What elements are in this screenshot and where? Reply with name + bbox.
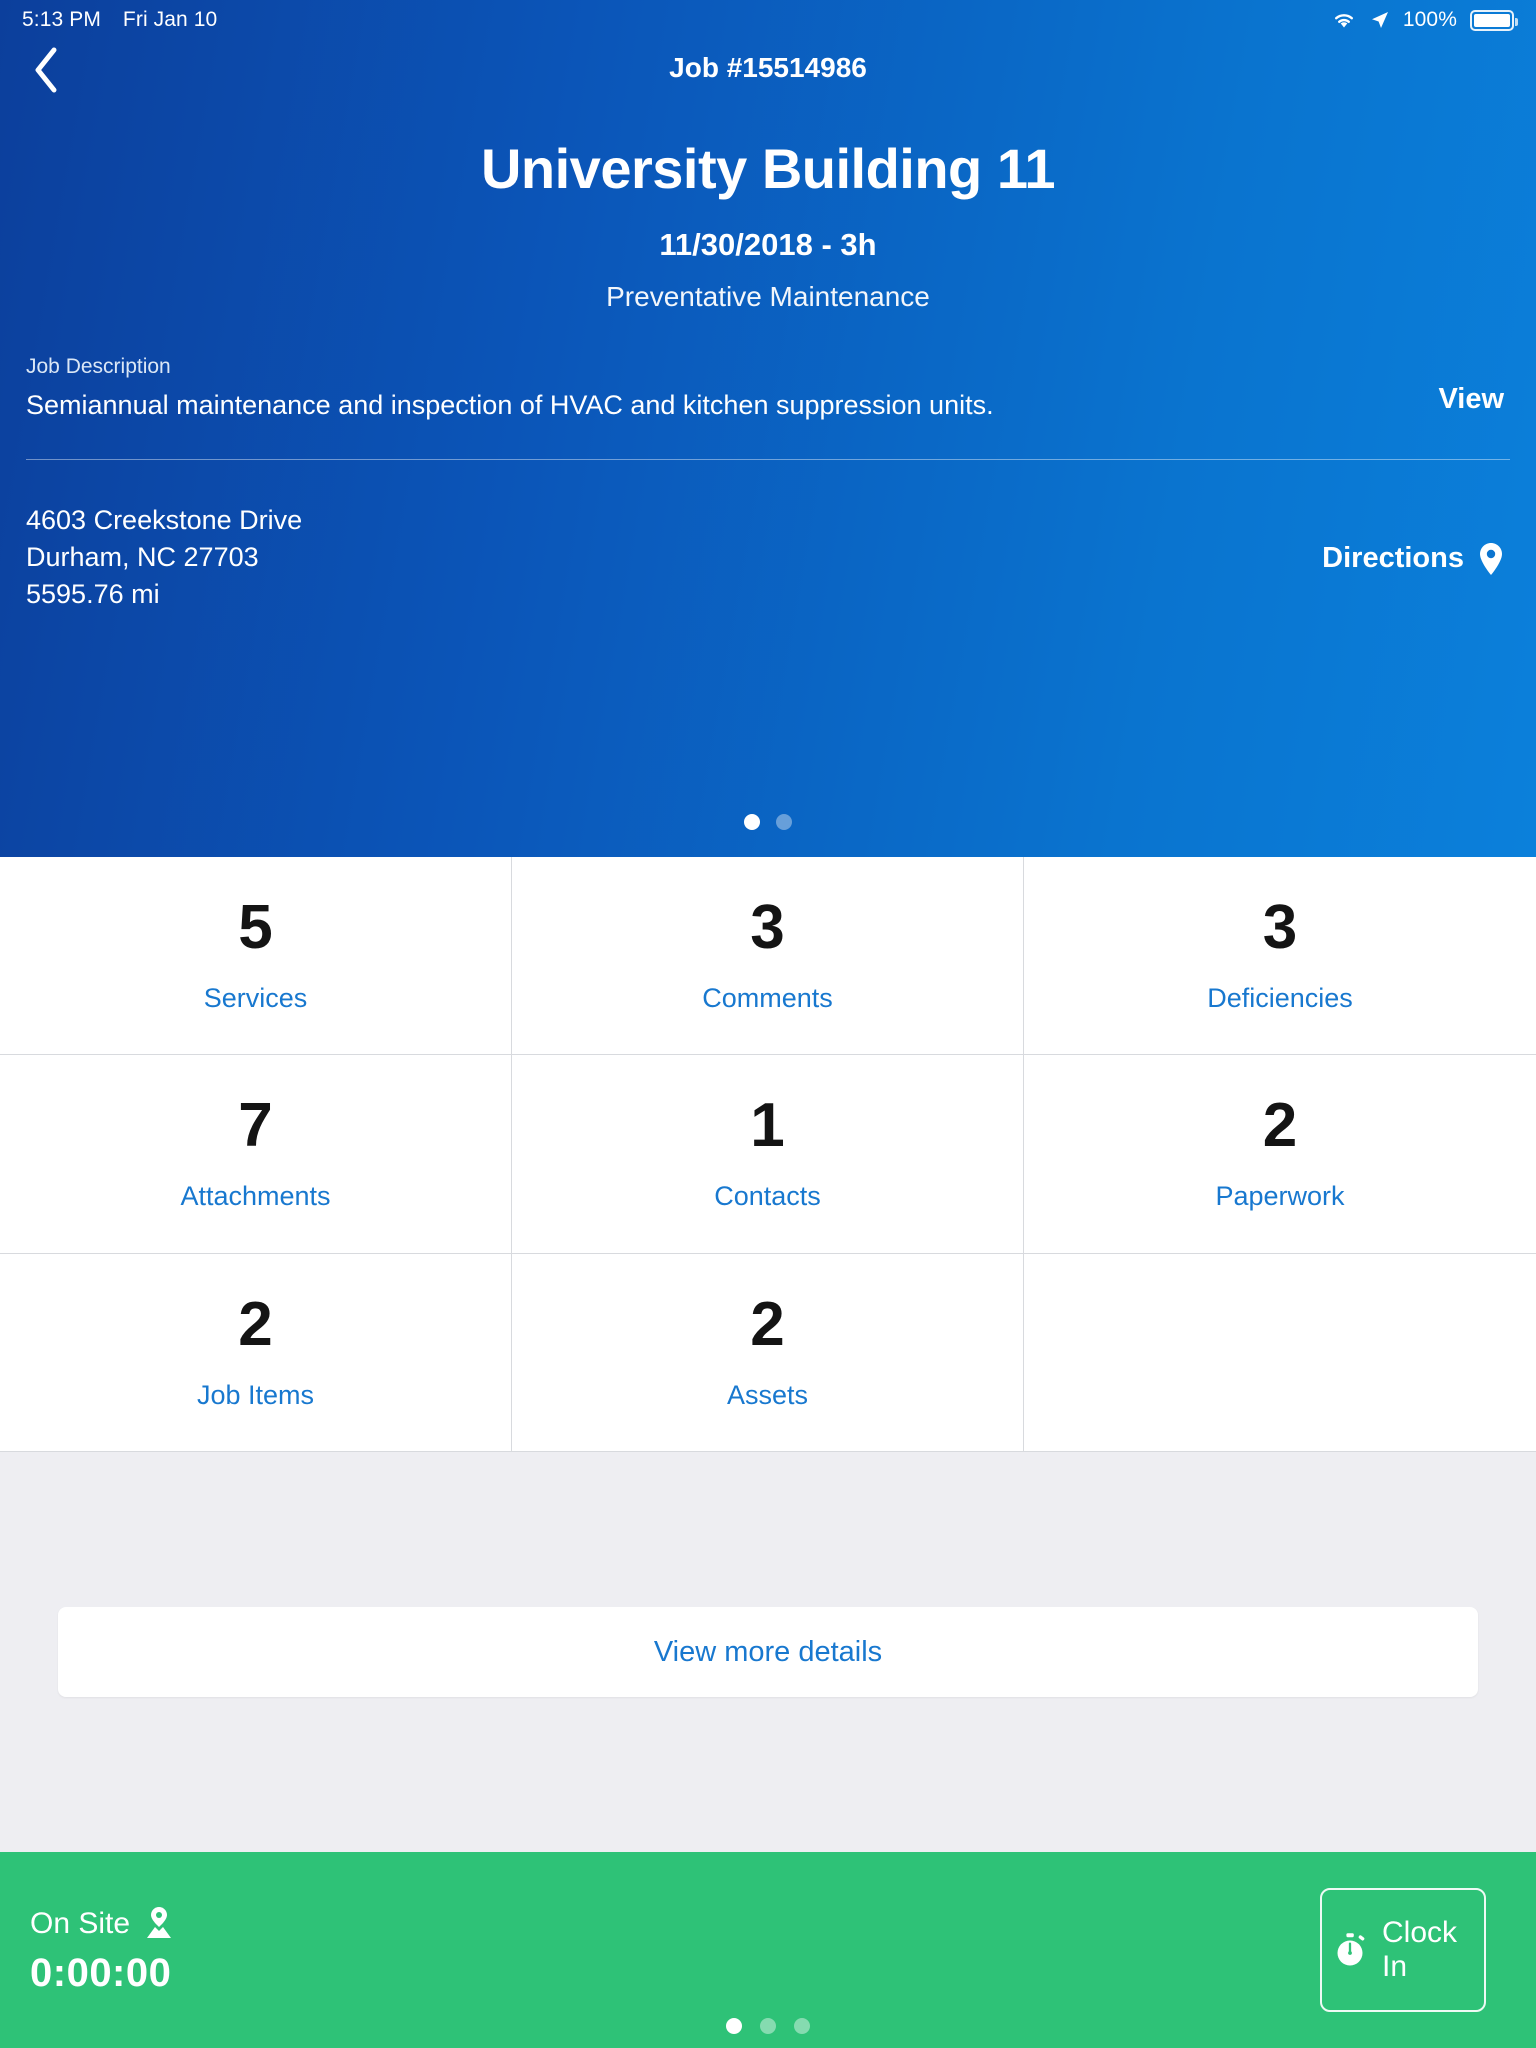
job-address-block: 4603 Creekstone Drive Durham, NC 27703 5… [0, 502, 1536, 614]
location-arrow-icon [1370, 10, 1390, 30]
status-bar-left: 5:13 PM Fri Jan 10 [22, 8, 217, 32]
stat-label: Assets [726, 1379, 809, 1410]
stat-cell-empty [1024, 1253, 1536, 1452]
status-bar-right: 100% [1331, 8, 1518, 32]
stat-label: Services [203, 983, 308, 1014]
job-description-label: Job Description [26, 354, 171, 378]
stat-count: 2 [750, 1289, 785, 1359]
stat-cell-contacts[interactable]: 1 Contacts [512, 1055, 1024, 1254]
chevron-left-icon [33, 47, 59, 93]
map-pin-icon [1478, 542, 1504, 576]
stat-count: 3 [1262, 893, 1298, 963]
directions-label: Directions [1322, 542, 1464, 575]
stat-count: 7 [238, 1091, 273, 1161]
stat-count: 2 [1262, 1091, 1298, 1161]
header-pager-dot-1[interactable] [744, 814, 760, 830]
address-line-2: Durham, NC 27703 [26, 541, 259, 572]
view-description-button[interactable]: View [1438, 383, 1504, 416]
details-band: View more details [0, 1452, 1536, 1852]
on-site-timer: 0:00:00 [30, 1950, 172, 1995]
stat-cell-assets[interactable]: 2 Assets [512, 1253, 1024, 1452]
clock-in-label: Clock In [1382, 1916, 1458, 1983]
on-site-row: On Site [30, 1905, 174, 1943]
stat-cell-comments[interactable]: 3 Comments [512, 857, 1024, 1056]
directions-button[interactable]: Directions [1322, 542, 1504, 576]
job-date-duration: 11/30/2018 - 3h [659, 226, 877, 262]
job-type: Preventative Maintenance [606, 280, 930, 312]
footer-pager-dot-2[interactable] [760, 2018, 776, 2034]
footer-pager-dot-1[interactable] [726, 2018, 742, 2034]
wifi-icon [1331, 10, 1357, 30]
job-description-block: Job Description Semiannual maintenance a… [0, 355, 1536, 423]
view-more-details-button[interactable]: View more details [58, 1607, 1478, 1697]
header-divider [26, 458, 1510, 460]
nav-row: Job #15514986 [0, 40, 1536, 104]
status-bar: 5:13 PM Fri Jan 10 100% [0, 0, 1536, 40]
stat-label: Paperwork [1215, 1181, 1345, 1212]
header-pager[interactable] [0, 814, 1536, 830]
stat-count: 5 [238, 893, 273, 963]
on-site-label: On Site [30, 1906, 131, 1940]
stat-label: Contacts [714, 1181, 821, 1212]
address-distance: 5595.76 mi [26, 579, 160, 610]
job-header-panel: 5:13 PM Fri Jan 10 100% Job #15514986 Un… [0, 0, 1536, 857]
stat-label: Deficiencies [1207, 983, 1353, 1014]
stat-cell-services[interactable]: 5 Services [0, 857, 512, 1056]
stat-count: 1 [750, 1091, 785, 1161]
job-detail-screen: 5:13 PM Fri Jan 10 100% Job #15514986 Un… [0, 0, 1536, 2048]
address-line-1: 4603 Creekstone Drive [26, 504, 303, 535]
back-button[interactable] [14, 38, 78, 102]
stats-grid: 5 Services 3 Comments 3 Deficiencies 7 A… [0, 857, 1536, 1452]
battery-full-icon [1470, 9, 1518, 31]
status-bar-time: 5:13 PM [22, 8, 101, 31]
header-pager-dot-2[interactable] [776, 814, 792, 830]
stat-label: Comments [702, 983, 833, 1014]
status-bar-date: Fri Jan 10 [122, 8, 218, 31]
stat-count: 3 [750, 893, 785, 963]
clock-footer: On Site 0:00:00 Clock In [0, 1852, 1536, 2048]
job-description-text: Semiannual maintenance and inspection of… [26, 389, 994, 420]
stat-cell-job-items[interactable]: 2 Job Items [0, 1253, 512, 1452]
stat-cell-paperwork[interactable]: 2 Paperwork [1024, 1055, 1536, 1254]
stat-count: 2 [238, 1289, 273, 1359]
on-site-status: On Site 0:00:00 [30, 1905, 174, 1996]
stopwatch-icon [1334, 1932, 1368, 1968]
job-number: Job #15514986 [669, 52, 867, 83]
footer-pager-dot-3[interactable] [794, 2018, 810, 2034]
clock-in-button[interactable]: Clock In [1320, 1888, 1486, 2012]
map-marker-icon [144, 1905, 174, 1943]
footer-pager[interactable] [0, 2018, 1536, 2034]
stat-cell-attachments[interactable]: 7 Attachments [0, 1055, 512, 1254]
battery-percent-label: 100% [1402, 8, 1457, 31]
stat-label: Attachments [180, 1181, 331, 1212]
page-title: University Building 11 [480, 137, 1056, 200]
stat-label: Job Items [196, 1379, 315, 1410]
stat-cell-deficiencies[interactable]: 3 Deficiencies [1024, 857, 1536, 1056]
